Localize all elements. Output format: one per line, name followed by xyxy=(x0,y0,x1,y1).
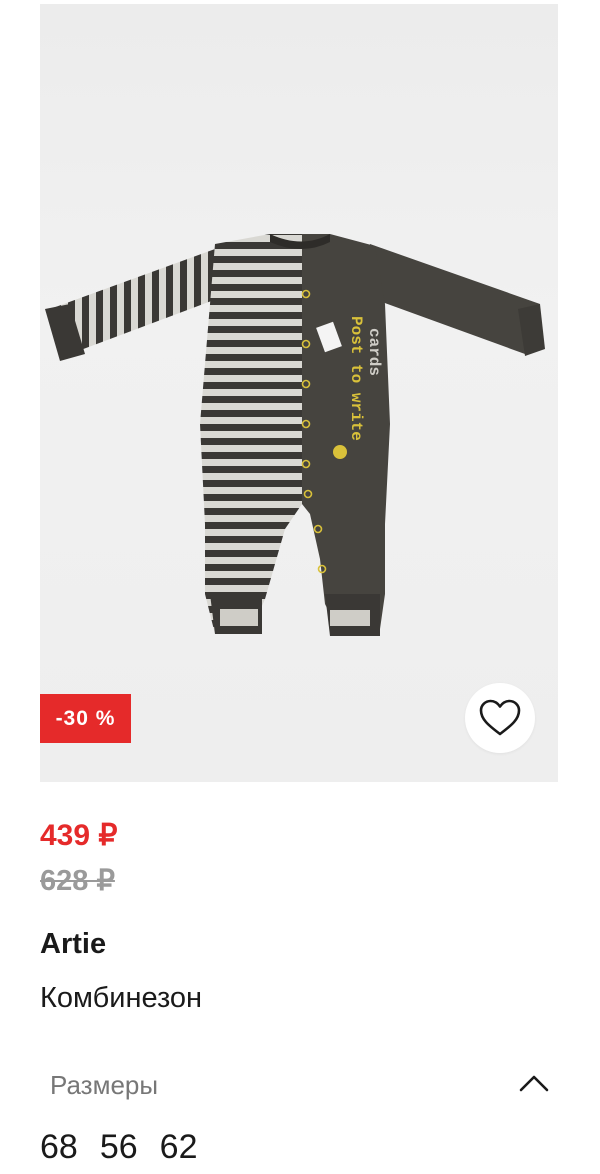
discount-badge-text: -30 % xyxy=(55,706,116,730)
chevron-up-icon[interactable] xyxy=(516,1068,552,1098)
size-option[interactable]: 62 xyxy=(160,1128,198,1167)
dark-half xyxy=(302,234,390,634)
right-sleeve xyxy=(360,244,540,354)
brand-name[interactable]: Artie xyxy=(40,928,106,961)
romper-illustration: Post to write cards xyxy=(45,234,545,636)
size-option[interactable]: 56 xyxy=(100,1128,138,1167)
heart-outline-icon xyxy=(479,699,521,736)
striped-half xyxy=(200,234,302,634)
price-current: 439 ₽ xyxy=(40,819,118,852)
sizes-accordion-header[interactable]: Размеры xyxy=(40,1060,560,1110)
sizes-label: Размеры xyxy=(50,1070,159,1100)
size-option[interactable]: 68 xyxy=(40,1128,78,1167)
sizes-list: 68 56 62 xyxy=(40,1128,219,1167)
discount-badge: -30 % xyxy=(40,694,131,743)
product-image[interactable]: Post to write cards xyxy=(40,4,558,782)
svg-text:Post to write: Post to write xyxy=(347,316,365,441)
product-title: Комбинезон xyxy=(40,982,203,1014)
svg-text:cards: cards xyxy=(365,328,383,376)
price-old: 628 ₽ xyxy=(40,865,115,897)
favorite-button[interactable] xyxy=(465,683,535,753)
